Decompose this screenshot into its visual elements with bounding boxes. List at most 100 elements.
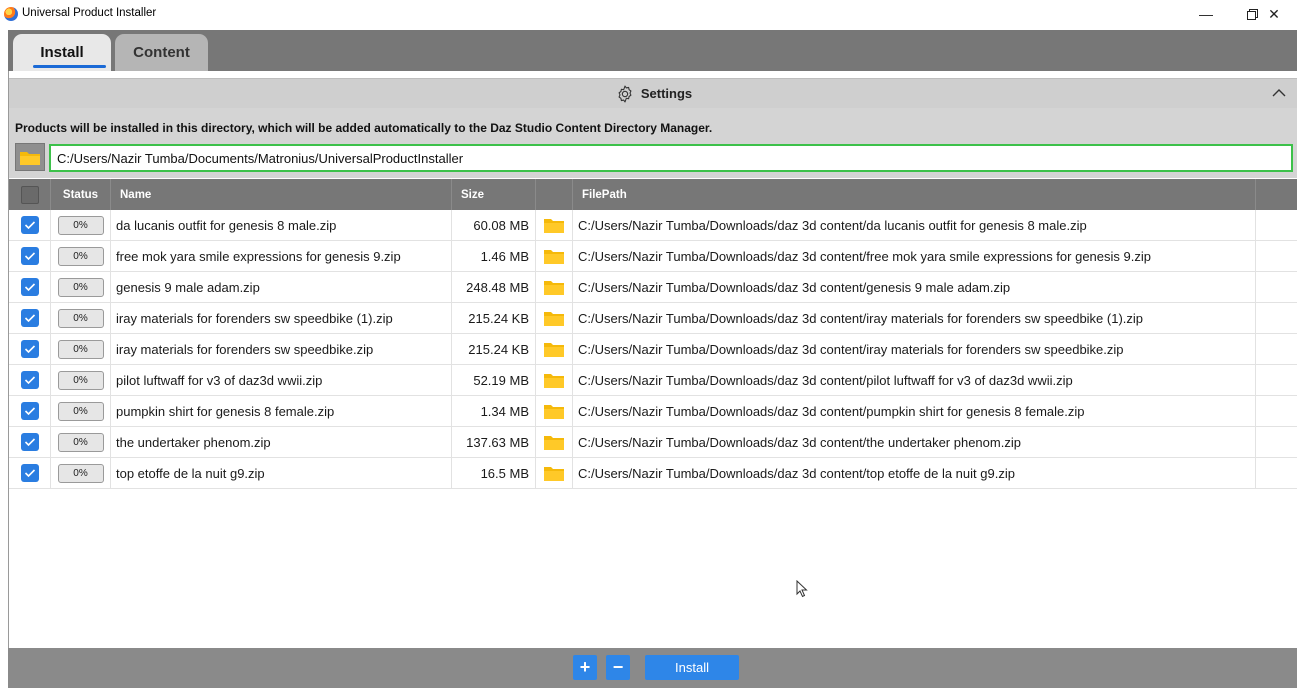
tab-install[interactable]: Install [13,34,111,71]
folder-icon [544,373,564,388]
row-name: pilot luftwaff for v3 of daz3d wwii.zip [111,365,452,395]
folder-icon [544,342,564,357]
row-name: the undertaker phenom.zip [111,427,452,457]
column-name[interactable]: Name [111,179,452,210]
select-all-checkbox[interactable] [20,185,39,204]
open-folder-button[interactable] [536,334,573,364]
row-status-cell: 0% [51,272,111,302]
row-spacer [1256,272,1297,302]
row-size: 52.19 MB [452,365,536,395]
row-checkbox[interactable] [20,433,39,451]
open-folder-button[interactable] [536,241,573,271]
row-status-cell: 0% [51,365,111,395]
checkmark-icon [24,252,35,261]
open-folder-button[interactable] [536,365,573,395]
status-badge: 0% [57,370,104,390]
open-folder-button[interactable] [536,272,573,302]
row-check-cell [9,396,51,426]
row-size: 16.5 MB [452,458,536,488]
minimize-button[interactable]: — [1183,0,1229,28]
open-folder-button[interactable] [536,396,573,426]
status-badge: 0% [57,339,104,359]
row-spacer [1256,458,1297,488]
row-check-cell [9,334,51,364]
row-spacer [1256,427,1297,457]
row-size: 1.46 MB [452,241,536,271]
checkmark-icon [24,345,35,354]
add-product-button[interactable]: + [573,655,597,680]
row-status-cell: 0% [51,334,111,364]
row-name: free mok yara smile expressions for gene… [111,241,452,271]
settings-toggle[interactable]: Settings [9,78,1297,108]
column-size[interactable]: Size [452,179,536,210]
row-checkbox[interactable] [20,309,39,327]
row-checkbox[interactable] [20,278,39,296]
row-name: pumpkin shirt for genesis 8 female.zip [111,396,452,426]
select-all-cell [9,179,51,210]
checkmark-icon [24,469,35,478]
checkmark-icon [24,376,35,385]
column-filepath[interactable]: FilePath [573,179,1256,210]
row-spacer [1256,303,1297,333]
open-folder-button[interactable] [536,458,573,488]
gear-icon [618,85,632,102]
folder-icon [20,151,40,165]
status-badge: 0% [57,277,104,297]
table-row[interactable]: 0% the undertaker phenom.zip 137.63 MB C:/U… [9,427,1297,458]
table-body: 0% da lucanis outfit for genesis 8 male.z… [9,210,1297,489]
row-filepath: C:/Users/Nazir Tumba/Downloads/daz 3d co… [573,458,1256,488]
checkmark-icon [24,221,35,230]
row-filepath: C:/Users/Nazir Tumba/Downloads/daz 3d co… [573,334,1256,364]
row-filepath: C:/Users/Nazir Tumba/Downloads/daz 3d co… [573,303,1256,333]
open-folder-button[interactable] [536,427,573,457]
table-row[interactable]: 0% top etoffe de la nuit g9.zip 16.5 MB C:/… [9,458,1297,489]
open-folder-button[interactable] [536,303,573,333]
row-filepath: C:/Users/Nazir Tumba/Downloads/daz 3d co… [573,396,1256,426]
open-folder-button[interactable] [536,210,573,240]
row-spacer [1256,210,1297,240]
table-row[interactable]: 0% free mok yara smile expressions for ge… [9,241,1297,272]
row-checkbox[interactable] [20,247,39,265]
browse-directory-button[interactable] [15,143,45,171]
row-checkbox[interactable] [20,216,39,234]
row-checkbox[interactable] [20,340,39,358]
table-row[interactable]: 0% da lucanis outfit for genesis 8 male.z… [9,210,1297,241]
folder-icon [544,404,564,419]
status-badge: 0% [57,246,104,266]
app-logo-icon [4,7,18,21]
checkmark-icon [24,314,35,323]
table-row[interactable]: 0% iray materials for forenders sw speedb… [9,334,1297,365]
column-folder [536,179,573,210]
folder-icon [544,435,564,450]
row-checkbox[interactable] [20,402,39,420]
table-row[interactable]: 0% iray materials for forenders sw speedb… [9,303,1297,334]
install-button[interactable]: Install [645,655,739,680]
row-spacer [1256,241,1297,271]
tab-install-label: Install [40,44,84,61]
install-directory-info: Products will be installed in this direc… [15,121,713,135]
chevron-up-icon[interactable] [1272,85,1286,101]
row-check-cell [9,458,51,488]
row-name: iray materials for forenders sw speedbik… [111,303,452,333]
row-filepath: C:/Users/Nazir Tumba/Downloads/daz 3d co… [573,427,1256,457]
row-checkbox[interactable] [20,371,39,389]
table-row[interactable]: 0% pilot luftwaff for v3 of daz3d wwii.zi… [9,365,1297,396]
window-title: Universal Product Installer [22,7,157,19]
row-check-cell [9,365,51,395]
remove-product-button[interactable]: − [606,655,630,680]
table-row[interactable]: 0% genesis 9 male adam.zip 248.48 MB C:/Use… [9,272,1297,303]
settings-label: Settings [640,86,693,101]
row-filepath: C:/Users/Nazir Tumba/Downloads/daz 3d co… [573,272,1256,302]
status-badge: 0% [57,432,104,452]
close-button[interactable]: ✕ [1251,0,1297,28]
column-status[interactable]: Status [51,179,111,210]
row-status-cell: 0% [51,396,111,426]
status-badge: 0% [57,308,104,328]
row-checkbox[interactable] [20,464,39,482]
install-directory-input[interactable] [49,144,1293,172]
table-row[interactable]: 0% pumpkin shirt for genesis 8 female.zip… [9,396,1297,427]
folder-icon [544,249,564,264]
status-badge: 0% [57,401,104,421]
title-bar: Universal Product Installer — ✕ [0,0,1297,28]
tab-content[interactable]: Content [115,34,208,71]
